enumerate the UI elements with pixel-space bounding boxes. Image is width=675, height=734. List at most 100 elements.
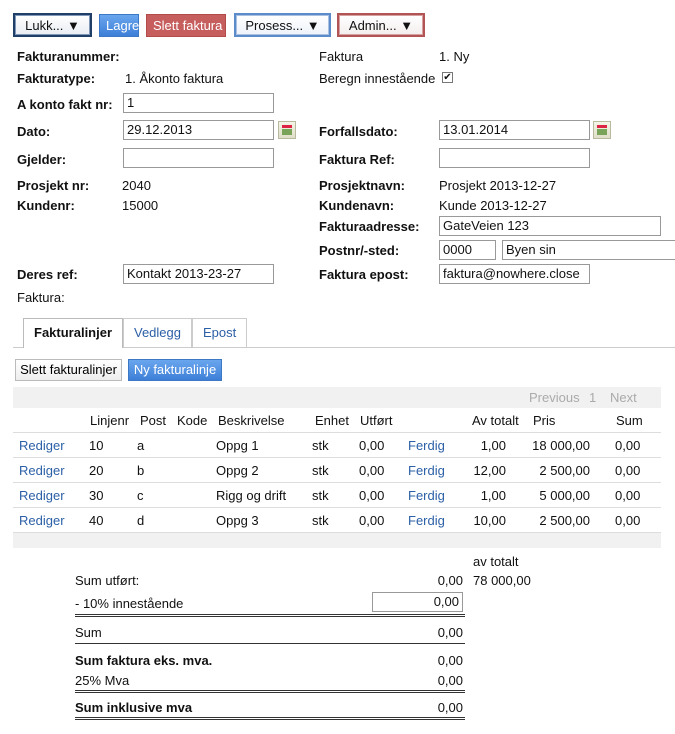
invoice-email-input[interactable]: faktura@nowhere.close [439, 264, 590, 284]
pager-page[interactable]: 1 [589, 390, 596, 405]
save-button[interactable]: Lagre [99, 14, 139, 37]
cell-unit: stk [312, 438, 329, 453]
edit-link[interactable]: Rediger [19, 438, 65, 453]
tab-invoice-lines[interactable]: Fakturalinjer [23, 318, 124, 348]
invoice-footer-label: Faktura: [17, 290, 65, 305]
close-menu-button[interactable]: Lukk... ▼ [13, 13, 92, 37]
cell-description: Oppg 2 [216, 463, 259, 478]
col-price: Pris [533, 413, 556, 428]
sum-ex-vat-row: Sum faktura eks. mva. 0,00 [75, 653, 465, 668]
due-date-input[interactable]: 13.01.2014 [439, 120, 590, 140]
sum-done-row: Sum utført: 0,00 [75, 573, 465, 588]
divider [75, 643, 465, 644]
vat-row: 25% Mva 0,00 [75, 673, 465, 688]
calendar-icon[interactable] [278, 121, 296, 139]
edit-link[interactable]: Rediger [19, 463, 65, 478]
sum-inc-vat-value: 0,00 [437, 700, 463, 715]
tab-email[interactable]: Epost [192, 318, 248, 347]
edit-link[interactable]: Rediger [19, 488, 65, 503]
invoice-type-value: 1. Åkonto faktura [125, 71, 224, 86]
edit-link[interactable]: Rediger [19, 513, 65, 528]
status-link[interactable]: Ferdig [408, 513, 445, 528]
divider [75, 614, 465, 617]
project-nr-value: 2040 [122, 178, 151, 193]
due-date-label: Forfallsdato: [319, 124, 398, 139]
cell-of-total: 1,00 [480, 438, 506, 453]
date-input[interactable]: 29.12.2013 [123, 120, 274, 140]
invoice-number-label: Fakturanummer: [17, 49, 120, 64]
status-link[interactable]: Ferdig [408, 488, 445, 503]
col-done: Utført [360, 413, 393, 428]
calc-outstanding-label: Beregn innestående [319, 71, 436, 86]
invoice-email-label: Faktura epost: [319, 267, 409, 282]
invoice-ref-input[interactable] [439, 148, 590, 168]
process-menu-button[interactable]: Prosess... ▼ [234, 13, 331, 37]
tab-attachments[interactable]: Vedlegg [123, 318, 192, 347]
delete-invoice-button[interactable]: Slett faktura [146, 14, 226, 37]
invoice-type-label: Fakturatype: [17, 71, 96, 86]
postal-code-input[interactable]: 0000 [439, 240, 496, 260]
table-row: Rediger 40 d Oppg 3 stk 0,00 Ferdig 10,0… [13, 508, 661, 533]
cell-unit: stk [312, 488, 329, 503]
col-of-total: Av totalt [472, 413, 519, 428]
applies-input[interactable] [123, 148, 274, 168]
customer-name-label: Kundenavn: [319, 198, 395, 213]
sum-ex-vat-label: Sum faktura eks. mva. [75, 653, 213, 668]
sum-inc-vat-label: Sum inklusive mva [75, 700, 193, 715]
cell-done: 0,00 [359, 438, 385, 453]
col-line-no: Linjenr [90, 413, 130, 428]
customer-name-value: Kunde 2013-12-27 [439, 198, 547, 213]
invoice-label: Faktura [319, 49, 364, 64]
cell-of-total: 10,00 [473, 513, 506, 528]
calendar-icon[interactable] [593, 121, 611, 139]
cell-price: 2 500,00 [539, 463, 590, 478]
pager-previous[interactable]: Previous [529, 390, 580, 405]
customer-nr-value: 15000 [122, 198, 159, 213]
vat-value: 0,00 [437, 673, 463, 688]
cell-done: 0,00 [359, 463, 385, 478]
sum-done-total: 78 000,00 [473, 573, 531, 588]
sum-inc-vat-row: Sum inklusive mva 0,00 [75, 700, 465, 715]
invoice-value: 1. Ny [439, 49, 470, 64]
cell-unit: stk [312, 513, 329, 528]
cell-done: 0,00 [359, 513, 385, 528]
cell-price: 2 500,00 [539, 513, 590, 528]
admin-menu-button[interactable]: Admin... ▼ [337, 13, 425, 37]
your-ref-input[interactable]: Kontakt 2013-23-27 [123, 264, 274, 284]
table-footer [13, 533, 661, 548]
cell-done: 0,00 [359, 488, 385, 503]
sum-ex-vat-value: 0,00 [437, 653, 463, 668]
calc-outstanding-checkbox[interactable]: ✔ [442, 72, 453, 83]
cell-line-no: 20 [89, 463, 104, 478]
delete-lines-button[interactable]: Slett fakturalinjer [15, 359, 122, 381]
table-row: Rediger 10 a Oppg 1 stk 0,00 Ferdig 1,00… [13, 433, 661, 458]
sum-value: 0,00 [437, 625, 463, 640]
cell-of-total: 1,00 [480, 488, 506, 503]
cell-sum: 0,00 [615, 513, 641, 528]
cell-description: Oppg 1 [216, 438, 259, 453]
postal-place-input[interactable]: Byen sin [502, 240, 675, 260]
cell-sum: 0,00 [615, 488, 641, 503]
cell-unit: stk [312, 463, 329, 478]
cell-line-no: 10 [89, 438, 104, 453]
pager-next[interactable]: Next [610, 390, 637, 405]
sum-done-value: 0,00 [437, 573, 463, 588]
of-total-header: av totalt [473, 554, 519, 569]
col-post: Post [140, 413, 167, 428]
retention-label: - 10% innestående [75, 596, 184, 611]
cell-sum: 0,00 [615, 438, 641, 453]
status-link[interactable]: Ferdig [408, 438, 445, 453]
account-invoice-input[interactable]: 1 [123, 93, 274, 113]
cell-line-no: 40 [89, 513, 104, 528]
project-name-label: Prosjektnavn: [319, 178, 405, 193]
sum-label: Sum [75, 625, 102, 640]
active-tab-mask [24, 346, 120, 349]
new-line-button[interactable]: Ny fakturalinje [128, 359, 222, 381]
cell-post: a [137, 438, 145, 453]
invoice-address-input[interactable]: GateVeien 123 [439, 216, 661, 236]
cell-post: c [137, 488, 144, 503]
sum-row: Sum 0,00 [75, 625, 465, 640]
retention-input[interactable]: 0,00 [372, 592, 463, 612]
status-link[interactable]: Ferdig [408, 463, 445, 478]
cell-line-no: 30 [89, 488, 104, 503]
